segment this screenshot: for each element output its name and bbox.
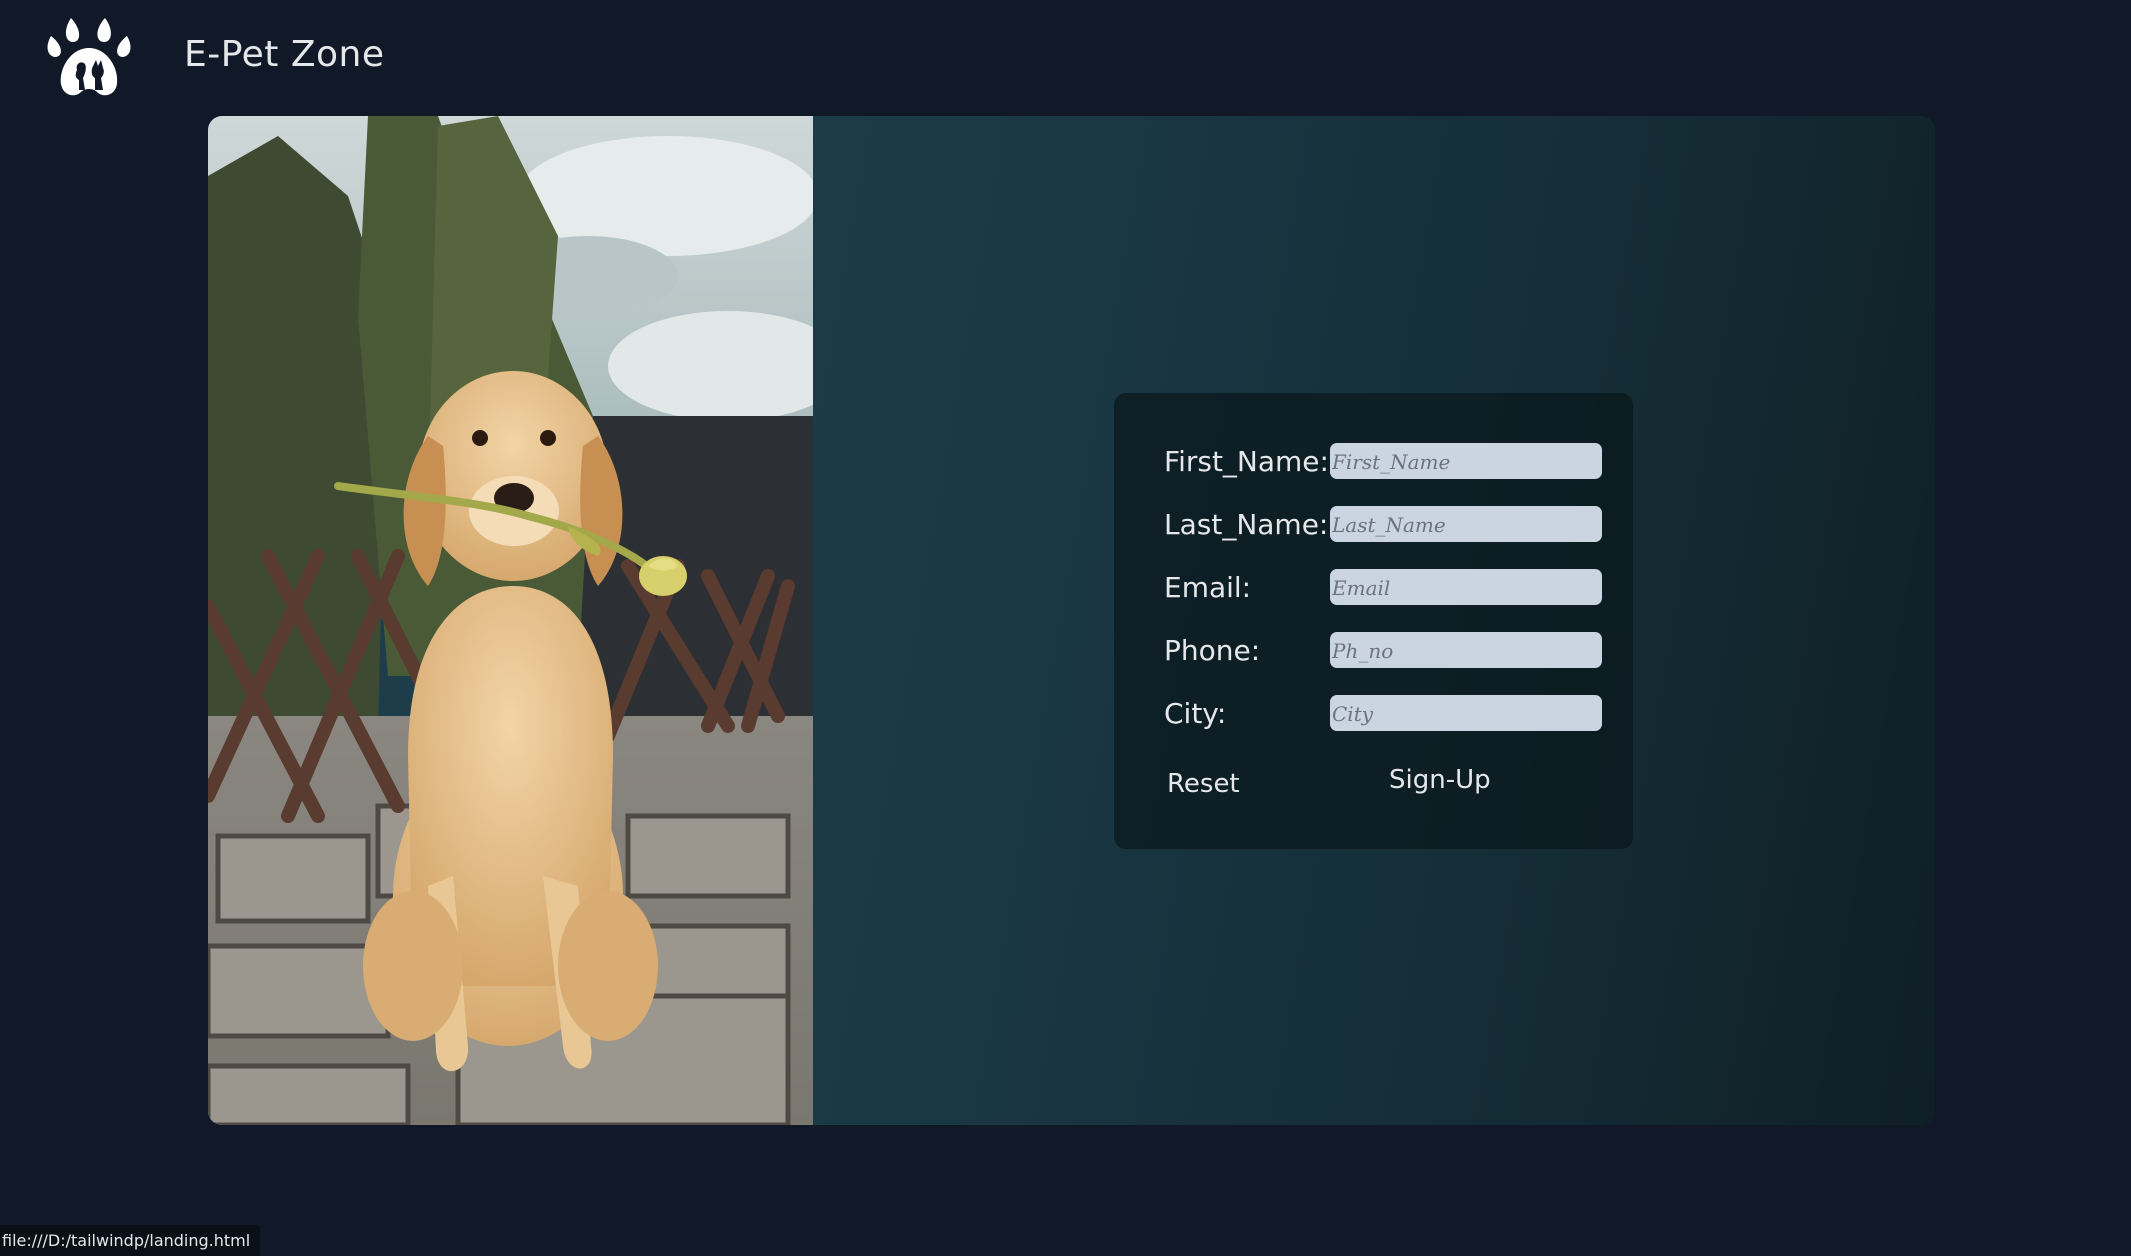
paw-logo-icon[interactable] bbox=[41, 12, 137, 100]
page: E-Pet Zone First_Name: First_Name Last_N… bbox=[0, 0, 2131, 1256]
first-name-input[interactable] bbox=[1330, 443, 1602, 479]
email-label: Email: bbox=[1164, 571, 1252, 604]
last-name-input[interactable] bbox=[1330, 506, 1602, 542]
signup-card: First_Name: Last_Name: Email: Phone: Cit… bbox=[208, 116, 1935, 1125]
phone-input[interactable] bbox=[1330, 632, 1602, 668]
first-name-label: First_Name: bbox=[1164, 445, 1329, 478]
signup-form: First_Name: Last_Name: Email: Phone: Cit… bbox=[1114, 393, 1633, 849]
phone-label: Phone: bbox=[1164, 634, 1261, 667]
first-name-row: First_Name: bbox=[1114, 443, 1633, 483]
email-row: Email: bbox=[1114, 569, 1633, 609]
city-input[interactable] bbox=[1330, 695, 1602, 731]
email-input[interactable] bbox=[1330, 569, 1602, 605]
puppy-photo bbox=[208, 116, 813, 1125]
last-name-label: Last_Name: bbox=[1164, 508, 1329, 541]
city-label: City: bbox=[1164, 697, 1227, 730]
reset-button[interactable]: Reset bbox=[1167, 769, 1240, 799]
city-row: City: bbox=[1114, 695, 1633, 735]
signup-button[interactable]: Sign-Up bbox=[1389, 765, 1491, 795]
status-bar-url: file:///D:/tailwindp/landing.html bbox=[0, 1225, 261, 1256]
brand-title: E-Pet Zone bbox=[184, 34, 385, 75]
phone-row: Phone: bbox=[1114, 632, 1633, 672]
last-name-row: Last_Name: bbox=[1114, 506, 1633, 546]
